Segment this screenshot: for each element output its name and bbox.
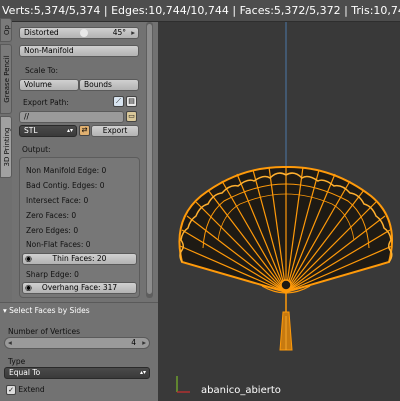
- thin-faces-button[interactable]: ◉ Thin Faces: 20: [22, 253, 137, 265]
- extend-checkbox[interactable]: ✓: [6, 385, 16, 395]
- distorted-toggle-icon[interactable]: [80, 29, 88, 37]
- type-value: Equal To: [9, 368, 41, 377]
- sharp-edge-label: Sharp Edge: 0: [26, 270, 79, 279]
- type-label: Type: [8, 357, 26, 366]
- tab-op[interactable]: Op: [0, 18, 12, 42]
- chevron-right-icon: ▸: [131, 28, 135, 37]
- magnet-icon[interactable]: ⟋: [113, 96, 124, 107]
- increment-arrow-icon[interactable]: ▸: [142, 338, 146, 348]
- output-item: Zero Faces: 0: [26, 211, 77, 220]
- num-vertices-value: 4: [131, 338, 136, 347]
- viewport-canvas: [176, 22, 393, 393]
- export-path-input[interactable]: //: [19, 111, 124, 123]
- distorted-value: 45°: [112, 28, 126, 37]
- object-name-label: abanico_abierto: [201, 385, 281, 396]
- extend-label: Extend: [18, 385, 45, 394]
- num-vertices-label: Number of Vertices: [8, 327, 81, 336]
- decrement-arrow-icon[interactable]: ◂: [8, 338, 12, 348]
- tab-grease-pencil[interactable]: Grease Pencil: [0, 44, 12, 114]
- format-value: STL: [24, 126, 38, 135]
- type-dropdown[interactable]: Equal To ▴▾: [4, 367, 150, 379]
- output-item: Bad Contig. Edges: 0: [26, 181, 105, 190]
- select-icon: ◉: [25, 283, 32, 292]
- distorted-label: Distorted: [24, 28, 59, 37]
- bounds-button[interactable]: Bounds: [79, 79, 139, 91]
- output-item: Non Manifold Edge: 0: [26, 166, 107, 175]
- tab-3d-printing-label: 3D Printing: [3, 127, 11, 167]
- scene-stats-bar: Verts:5,374/5,374 | Edges:10,744/10,744 …: [0, 0, 400, 22]
- output-item: Zero Edges: 0: [26, 226, 79, 235]
- distorted-field[interactable]: Distorted 45° ▸: [19, 27, 139, 39]
- non-manifold-button[interactable]: Non-Manifold: [19, 45, 139, 57]
- collapse-triangle-icon: ▾: [3, 306, 7, 315]
- extend-row[interactable]: ✓ Extend: [6, 385, 45, 395]
- output-item: Intersect Face: 0: [26, 196, 89, 205]
- fan-mesh[interactable]: [178, 165, 393, 351]
- thin-faces-label: Thin Faces: 20: [52, 254, 107, 263]
- updown-arrow-icon: ▴▾: [139, 369, 146, 376]
- export-path-label: Export Path:: [23, 98, 69, 107]
- tab-grease-pencil-label: Grease Pencil: [3, 55, 11, 103]
- scale-to-label: Scale To:: [25, 66, 58, 75]
- export-button[interactable]: Export: [91, 125, 139, 137]
- 3d-viewport[interactable]: abanico_abierto: [158, 22, 400, 400]
- updown-arrow-icon: ▴▾: [66, 127, 73, 134]
- output-label: Output:: [22, 145, 51, 154]
- scrollbar-thumb[interactable]: [147, 24, 152, 294]
- format-dropdown[interactable]: STL ▴▾: [19, 125, 77, 137]
- output-item: Non-Flat Faces: 0: [26, 240, 91, 249]
- export-icon: ⇄: [79, 125, 90, 136]
- preview-icon[interactable]: ▤: [126, 96, 137, 107]
- panel-scrollbar[interactable]: [146, 22, 153, 298]
- overhang-face-button[interactable]: ◉ Overhang Face: 317: [22, 282, 137, 294]
- tab-op-label: Op: [3, 25, 11, 35]
- operator-title: Select Faces by Sides: [9, 306, 90, 315]
- num-vertices-field[interactable]: ◂ 4 ▸: [4, 337, 150, 349]
- overhang-face-label: Overhang Face: 317: [41, 283, 118, 292]
- folder-icon[interactable]: ▭: [126, 111, 137, 122]
- operator-panel-header[interactable]: ▾ Select Faces by Sides: [3, 306, 90, 315]
- select-icon: ◉: [25, 254, 32, 263]
- volume-button[interactable]: Volume: [19, 79, 79, 91]
- tab-3d-printing[interactable]: 3D Printing: [0, 116, 12, 178]
- axis-gizmo[interactable]: [176, 376, 190, 393]
